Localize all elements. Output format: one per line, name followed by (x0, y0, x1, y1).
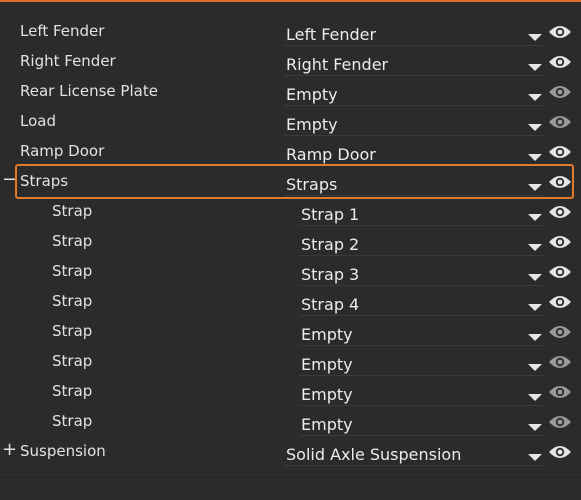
dropdown-value: Straps (286, 175, 338, 194)
row-load[interactable]: Load Empty (0, 109, 581, 139)
chevron-down-icon[interactable] (528, 94, 542, 101)
row-label: Strap (52, 382, 93, 400)
row-strap-5[interactable]: Strap Empty (0, 319, 581, 349)
value-dropdown[interactable]: Straps (284, 170, 544, 196)
chevron-down-icon[interactable] (528, 334, 542, 341)
row-label: Right Fender (20, 52, 116, 70)
chevron-down-icon[interactable] (528, 274, 542, 281)
dropdown-value: Empty (301, 355, 353, 374)
row-strap-7[interactable]: Strap Empty (0, 379, 581, 409)
chevron-down-icon[interactable] (528, 124, 542, 131)
value-dropdown[interactable]: Strap 2 (299, 230, 544, 256)
eye-icon[interactable] (548, 324, 572, 340)
chevron-down-icon[interactable] (528, 364, 542, 371)
row-label: Left Fender (20, 22, 105, 40)
row-label: Strap (52, 352, 93, 370)
dropdown-value: Empty (286, 85, 338, 104)
dropdown-value: Strap 3 (301, 265, 360, 284)
chevron-down-icon[interactable] (528, 64, 542, 71)
eye-icon[interactable] (548, 144, 572, 160)
row-label: Strap (52, 292, 93, 310)
value-dropdown[interactable]: Strap 4 (299, 290, 544, 316)
dropdown-value: Left Fender (286, 25, 377, 44)
collapse-toggle[interactable]: − (2, 169, 17, 190)
eye-icon[interactable] (548, 174, 572, 190)
row-label: Suspension (20, 442, 106, 460)
row-rear-license-plate[interactable]: Rear License Plate Empty (0, 79, 581, 109)
row-ramp-door[interactable]: Ramp Door Ramp Door (0, 139, 581, 169)
dropdown-value: Strap 4 (301, 295, 360, 314)
chevron-down-icon[interactable] (528, 244, 542, 251)
eye-icon[interactable] (548, 354, 572, 370)
value-dropdown[interactable]: Strap 3 (299, 260, 544, 286)
expand-toggle[interactable]: + (2, 439, 17, 460)
value-dropdown[interactable]: Empty (284, 110, 544, 136)
eye-icon[interactable] (548, 444, 572, 460)
value-dropdown[interactable]: Empty (299, 320, 544, 346)
eye-icon[interactable] (548, 204, 572, 220)
value-dropdown[interactable]: Empty (284, 80, 544, 106)
chevron-down-icon[interactable] (528, 304, 542, 311)
dropdown-value: Solid Axle Suspension (286, 445, 462, 464)
row-label: Strap (52, 202, 93, 220)
value-dropdown[interactable]: Empty (299, 410, 544, 436)
chevron-down-icon[interactable] (528, 424, 542, 431)
row-strap-8[interactable]: Strap Empty (0, 409, 581, 439)
chevron-down-icon[interactable] (528, 34, 542, 41)
value-dropdown[interactable]: Empty (299, 380, 544, 406)
row-suspension[interactable]: + Suspension Solid Axle Suspension (0, 439, 581, 469)
eye-icon[interactable] (548, 114, 572, 130)
row-strap-2[interactable]: Strap Strap 2 (0, 229, 581, 259)
value-dropdown[interactable]: Solid Axle Suspension (284, 440, 544, 466)
eye-icon[interactable] (548, 264, 572, 280)
row-strap-3[interactable]: Strap Strap 3 (0, 259, 581, 289)
dropdown-value: Empty (301, 415, 353, 434)
dropdown-value: Empty (301, 325, 353, 344)
value-dropdown[interactable]: Empty (299, 350, 544, 376)
row-label: Straps (20, 172, 69, 190)
row-label: Strap (52, 412, 93, 430)
value-dropdown[interactable]: Left Fender (284, 20, 544, 46)
row-label: Load (20, 112, 56, 130)
value-dropdown[interactable]: Right Fender (284, 50, 544, 76)
dropdown-value: Strap 1 (301, 205, 360, 224)
dropdown-value: Ramp Door (286, 145, 376, 164)
dropdown-value: Empty (286, 115, 338, 134)
row-label: Rear License Plate (20, 82, 158, 100)
top-accent-line (0, 0, 581, 2)
dropdown-value: Empty (301, 385, 353, 404)
row-straps[interactable]: − Straps Straps (0, 169, 581, 199)
row-label: Strap (52, 232, 93, 250)
row-label: Strap (52, 322, 93, 340)
chevron-down-icon[interactable] (528, 214, 542, 221)
eye-icon[interactable] (548, 84, 572, 100)
eye-icon[interactable] (548, 234, 572, 250)
eye-icon[interactable] (548, 54, 572, 70)
chevron-down-icon[interactable] (528, 184, 542, 191)
parts-list: Left Fender Left Fender Right Fender Rig… (0, 19, 581, 469)
dropdown-value: Right Fender (286, 55, 389, 74)
row-left-fender[interactable]: Left Fender Left Fender (0, 19, 581, 49)
row-strap-4[interactable]: Strap Strap 4 (0, 289, 581, 319)
row-label: Strap (52, 262, 93, 280)
bottom-divider (0, 477, 581, 478)
value-dropdown[interactable]: Ramp Door (284, 140, 544, 166)
row-right-fender[interactable]: Right Fender Right Fender (0, 49, 581, 79)
chevron-down-icon[interactable] (528, 454, 542, 461)
eye-icon[interactable] (548, 414, 572, 430)
row-strap-1[interactable]: Strap Strap 1 (0, 199, 581, 229)
dropdown-value: Strap 2 (301, 235, 360, 254)
eye-icon[interactable] (548, 24, 572, 40)
eye-icon[interactable] (548, 294, 572, 310)
row-label: Ramp Door (20, 142, 105, 160)
row-strap-6[interactable]: Strap Empty (0, 349, 581, 379)
chevron-down-icon[interactable] (528, 154, 542, 161)
chevron-down-icon[interactable] (528, 394, 542, 401)
eye-icon[interactable] (548, 384, 572, 400)
value-dropdown[interactable]: Strap 1 (299, 200, 544, 226)
